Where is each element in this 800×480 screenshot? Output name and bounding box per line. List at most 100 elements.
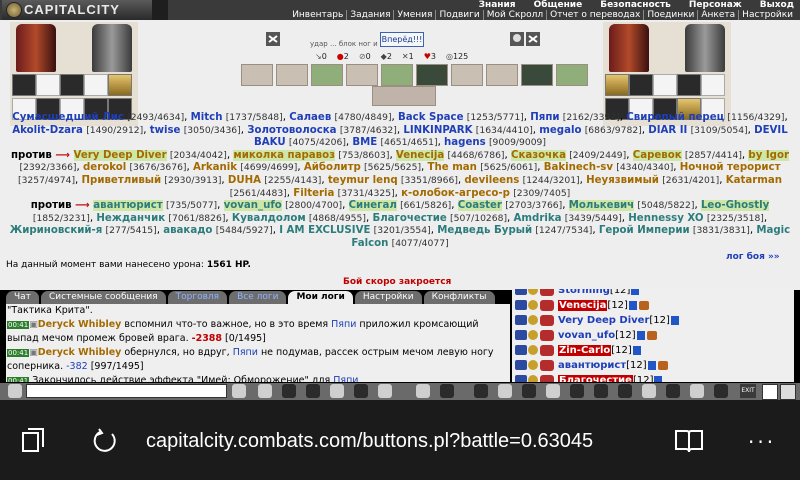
effect-icon[interactable] <box>311 64 343 86</box>
helmet-icon[interactable] <box>642 384 656 398</box>
nav-top-item[interactable]: Выход <box>760 0 794 10</box>
player-name[interactable]: Venecija <box>558 300 608 311</box>
info-icon[interactable] <box>628 300 637 310</box>
chat-highlight[interactable]: Deryck Whibley <box>38 319 122 330</box>
player-row[interactable]: vovan_ufo[12] <box>512 328 794 343</box>
fighter-name[interactable]: by Igor <box>748 149 789 161</box>
fighter-name[interactable]: derokol <box>83 162 126 173</box>
bag-icon[interactable] <box>474 384 488 398</box>
attack-icon[interactable] <box>638 300 649 310</box>
effect-icon[interactable] <box>381 64 413 86</box>
nav-bottom-item[interactable]: Настройки <box>738 10 796 20</box>
fighter-name[interactable]: devileens <box>464 175 519 186</box>
player-portrait-left[interactable] <box>10 22 138 126</box>
info-icon[interactable] <box>670 315 679 325</box>
map-icon[interactable] <box>690 384 704 398</box>
chat-tab[interactable]: Системные сообщения <box>40 291 166 304</box>
smile-icon[interactable] <box>258 384 272 398</box>
nav-bottom-item[interactable]: Подвиги <box>435 10 482 20</box>
item-slot-icon[interactable] <box>60 74 84 96</box>
tabs-icon[interactable] <box>22 428 44 452</box>
fighter-name[interactable]: Молькевич <box>568 200 635 212</box>
mask-icon[interactable] <box>618 384 632 398</box>
people-icon[interactable] <box>714 384 728 398</box>
fighter-name[interactable]: Akolit-Dzara <box>12 125 83 136</box>
fighter-name[interactable]: BME <box>352 137 377 148</box>
filter-icon[interactable] <box>282 384 296 398</box>
item-slot-icon[interactable] <box>36 74 60 96</box>
fighter-name[interactable]: авакадо <box>163 225 212 236</box>
fighter-name[interactable]: hagens <box>444 137 486 148</box>
checkbox-toggle[interactable] <box>762 384 778 400</box>
refresh-icon[interactable] <box>92 428 118 454</box>
info-icon[interactable] <box>636 330 645 340</box>
skull-icon[interactable] <box>266 32 280 46</box>
player-name[interactable]: Very Deep Diver <box>558 315 649 326</box>
site-logo[interactable]: CAPITALCITY <box>2 0 168 20</box>
effect-icon[interactable] <box>521 64 553 86</box>
chat-tab[interactable]: Все логи <box>229 291 287 304</box>
fighter-name[interactable]: Arkanik <box>193 162 237 173</box>
chat-highlight[interactable]: Deryck Whibley <box>38 347 122 358</box>
fighter-name[interactable]: Very Deep Diver <box>73 149 167 161</box>
filter-icon[interactable] <box>498 384 512 398</box>
fighter-name[interactable]: Жириновский-я <box>10 225 103 236</box>
cross-icon[interactable] <box>378 384 392 398</box>
fighter-name[interactable]: Leo-Ghostly <box>700 200 770 212</box>
fighter-name[interactable]: DUHA <box>228 175 261 186</box>
nav-top-item[interactable]: Общение <box>534 0 583 10</box>
item-slot-icon[interactable] <box>653 74 677 96</box>
skull-icon[interactable] <box>526 32 540 46</box>
fighter-name[interactable]: Amdrika <box>514 213 562 224</box>
effect-icon[interactable] <box>372 86 436 106</box>
attack-forward-button[interactable]: Вперёд!!! <box>380 32 424 47</box>
fighter-name[interactable]: Katarman <box>726 175 782 186</box>
arrow-icon[interactable] <box>440 384 454 398</box>
fighter-name[interactable]: Саревок <box>632 149 682 161</box>
attack-icon[interactable] <box>646 330 657 340</box>
fighter-name[interactable]: megalo <box>539 125 581 136</box>
enemy-portrait-right[interactable] <box>603 22 731 126</box>
info-icon[interactable] <box>647 360 656 370</box>
chat-highlight[interactable]: Пяпи <box>333 375 358 383</box>
fighter-name[interactable]: Ночной терорист <box>680 162 781 173</box>
fighter-name[interactable]: LINKINPARK <box>403 125 472 136</box>
info-icon[interactable] <box>654 375 663 382</box>
chat-log[interactable]: "Тактика Крита". 00:41▣Deryck Whibley всп… <box>6 304 510 382</box>
fighter-name[interactable]: Bakinech-sv <box>544 162 613 173</box>
exit-button[interactable]: EXIT <box>740 384 756 398</box>
nav-bottom-item[interactable]: Умения <box>393 10 435 20</box>
nav-bottom-item[interactable]: Мой Скролл <box>482 10 546 20</box>
fighter-name[interactable]: Venecija <box>395 149 445 161</box>
clear-icon[interactable] <box>232 384 246 398</box>
fighter-name[interactable]: Пяпи <box>530 112 559 123</box>
more-options-icon[interactable]: ··· <box>748 432 778 453</box>
fighter-name[interactable]: Неуязвимый <box>586 175 659 186</box>
fighter-name[interactable]: Нежданчик <box>96 213 165 224</box>
chat-input[interactable] <box>26 384 227 398</box>
player-row[interactable]: Storming[12] <box>512 289 794 298</box>
nav-top-item[interactable]: Знания <box>479 0 516 10</box>
chat-highlight[interactable]: -382 <box>66 361 88 372</box>
player-name[interactable]: авантюрист <box>558 360 626 371</box>
fighter-name[interactable]: Золотоволоска <box>247 125 336 136</box>
fighter-name[interactable]: Сказочка <box>510 149 566 161</box>
fighter-name[interactable]: The man <box>428 162 477 173</box>
nav-bottom-item[interactable]: Анкета <box>697 10 738 20</box>
fighter-name[interactable]: Герой Империи <box>599 225 690 236</box>
chat-icon[interactable] <box>8 384 22 398</box>
fighter-name[interactable]: Hennessy XO <box>628 213 703 224</box>
nav-bottom-item[interactable]: Отчет о переводах <box>546 10 643 20</box>
player-name[interactable]: Благочестие <box>558 375 633 382</box>
nav-top-item[interactable]: Безопасность <box>600 0 671 10</box>
player-row[interactable]: Very Deep Diver[12] <box>512 313 794 328</box>
chat-highlight[interactable]: -2388 <box>192 333 222 344</box>
fighter-name[interactable]: Кувалдолом <box>232 213 306 224</box>
attack-icon[interactable] <box>657 360 668 370</box>
fighter-name[interactable]: к-олобок-агресо-р <box>401 188 510 199</box>
item-slot-icon[interactable] <box>12 74 36 96</box>
fighter-name[interactable]: vovan_ufo <box>223 200 282 212</box>
fighter-name[interactable]: миколка паравоз <box>233 149 335 161</box>
fighter-name[interactable]: Благочестие <box>372 213 446 224</box>
fighter-name[interactable]: Back Space <box>398 112 463 123</box>
